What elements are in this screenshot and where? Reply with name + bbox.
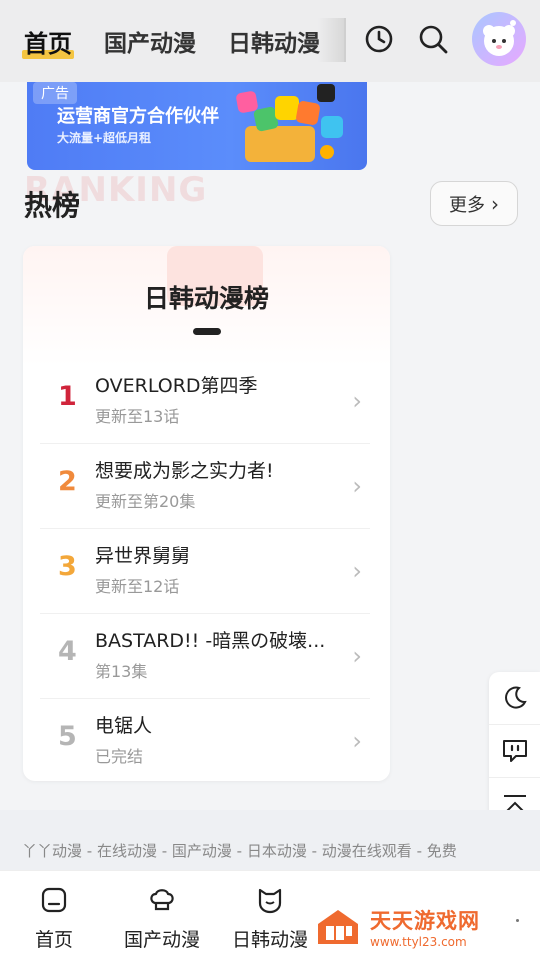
tab-domestic-anime[interactable]: 国产动漫 [104,24,196,58]
chef-hat-icon [108,885,216,915]
anime-title: 电锯人 [95,715,153,737]
more-button-label: 更多 [449,194,485,216]
anime-title: OVERLORD第四季 [95,375,258,397]
ad-badge: 广告 [33,82,77,104]
list-item[interactable]: 3 异世界舅舅 更新至12话 › [40,529,370,614]
anime-title: 想要成为影之实力者! [95,460,274,482]
section-title: 热榜 [24,189,81,222]
episode-status: 更新至第20集 [95,492,196,511]
header-actions [342,12,526,66]
chevron-right-icon: › [352,557,362,585]
title-underline [193,328,221,335]
rank-number: 3 [58,551,77,582]
bottom-navigation: 首页 国产动漫 日韩动漫 天天游戏网 www.ttyl23.com [0,870,540,960]
tab-jp-kr-anime[interactable]: 日韩动漫 [228,24,320,58]
list-item[interactable]: 4 BASTARD!! -暗黑の破壊... 第13集 › [40,614,370,699]
home-icon [0,885,108,915]
bottom-nav-label: 国产动漫 [123,929,200,951]
footer-links: 丫丫动漫 - 在线动漫 - 国产动漫 - 日本动漫 - 动漫在线观看 - 免费 [22,842,457,860]
watermark-title: 天天游戏网 [370,909,480,933]
ranking-list: 1 OVERLORD第四季 更新至13话 › 2 想要成为影之实力者! 更新至第… [40,359,370,781]
history-icon[interactable] [362,22,396,56]
ad-subtitle: 大流量+超低月租 [57,131,152,145]
feedback-icon[interactable] [489,725,540,778]
rank-number: 4 [58,636,77,667]
chevron-right-icon: › [491,191,499,216]
bottom-nav-label: 首页 [34,929,73,951]
watermark-logo: 天天游戏网 www.ttyl23.com [314,905,480,949]
watermark-house-icon [318,910,358,944]
watermark-url: www.ttyl23.com [370,935,467,949]
more-button[interactable]: 更多 › [430,181,518,226]
cat-icon [216,885,324,915]
episode-status: 已完结 [95,747,144,766]
anime-title: BASTARD!! -暗黑の破壊... [95,630,326,652]
ad-app-icons-illustration [236,84,343,162]
episode-status: 第13集 [95,662,148,681]
ranking-card: 日韩动漫榜 1 OVERLORD第四季 更新至13话 › 2 想要成为影之实力者… [23,246,390,781]
list-item[interactable]: 2 想要成为影之实力者! 更新至第20集 › [40,444,370,529]
bottom-nav-domestic[interactable]: 国产动漫 [108,885,216,952]
chevron-right-icon: › [352,472,362,500]
bottom-nav-jp-kr[interactable]: 日韩动漫 [216,885,324,952]
search-icon[interactable] [416,22,450,56]
decorative-dot [516,919,519,922]
ranking-title: 日韩动漫榜 [143,284,269,313]
rank-number: 5 [58,721,77,752]
bottom-nav-label: 日韩动漫 [231,929,308,951]
list-item[interactable]: 1 OVERLORD第四季 更新至13话 › [40,359,370,444]
chevron-right-icon: › [352,727,362,755]
bottom-nav-home[interactable]: 首页 [0,885,108,952]
rank-number: 2 [58,466,77,497]
ad-title: 运营商官方合作伙伴 [57,106,219,127]
anime-title: 异世界舅舅 [95,545,191,567]
floating-toolbar [489,672,540,832]
avatar[interactable] [472,12,526,66]
top-header: 首页 国产动漫 日韩动漫 [0,0,540,82]
rank-number: 1 [58,381,77,412]
episode-status: 更新至12话 [95,577,180,596]
dark-mode-icon[interactable] [489,672,540,725]
tab-home[interactable]: 首页 [22,24,74,59]
category-tabs: 首页 国产动漫 日韩动漫 [22,24,352,59]
chevron-right-icon: › [352,642,362,670]
episode-status: 更新至13话 [95,407,180,426]
ad-banner[interactable]: 广告 运营商官方合作伙伴 大流量+超低月租 [27,82,367,170]
chevron-right-icon: › [352,387,362,415]
list-item[interactable]: 5 电锯人 已完结 › [40,699,370,781]
